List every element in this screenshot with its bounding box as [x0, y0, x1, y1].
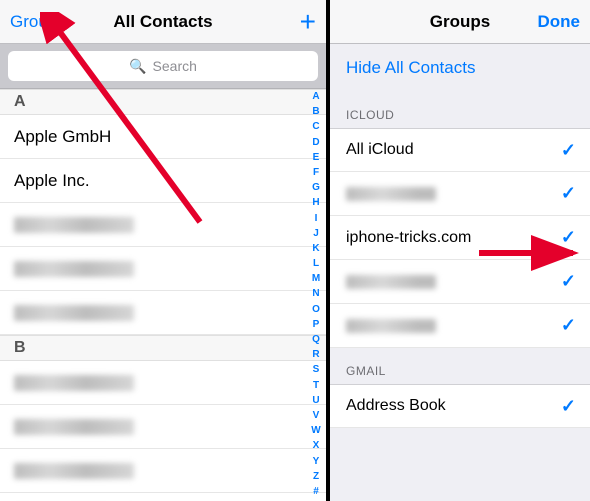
index-letter[interactable]: #: [313, 487, 319, 497]
contact-name: Apple Inc.: [14, 171, 90, 191]
index-letter[interactable]: E: [313, 153, 320, 163]
index-letter[interactable]: V: [313, 411, 320, 421]
checkmark-icon: ✓: [561, 183, 576, 204]
index-letter[interactable]: Y: [313, 457, 320, 467]
contacts-list[interactable]: A Apple GmbH Apple Inc. B: [0, 89, 326, 501]
index-letter[interactable]: Q: [312, 335, 320, 345]
contacts-title: All Contacts: [80, 12, 246, 32]
done-button[interactable]: Done: [538, 12, 581, 32]
groups-navbar: Groups Done: [330, 0, 590, 44]
group-name-redacted: [346, 275, 436, 289]
index-letter[interactable]: W: [311, 426, 320, 436]
index-letter[interactable]: F: [313, 168, 319, 178]
hide-all-contacts-button[interactable]: Hide All Contacts: [330, 44, 590, 92]
search-placeholder: Search: [153, 58, 197, 74]
index-letter[interactable]: M: [312, 274, 320, 284]
checkmark-icon: ✓: [561, 140, 576, 161]
index-letter[interactable]: X: [313, 441, 320, 451]
section-header: A: [0, 89, 326, 115]
contact-row[interactable]: Apple GmbH: [0, 115, 326, 159]
contacts-pane: Groups All Contacts + 🔍 Search A Apple Gm…: [0, 0, 326, 501]
group-name-redacted: [346, 319, 436, 333]
section-header: B: [0, 335, 326, 361]
groups-body: Hide All Contacts ICLOUDAll iCloud✓✓ipho…: [330, 44, 590, 501]
checkmark-icon: ✓: [561, 315, 576, 336]
group-row[interactable]: ✓: [330, 304, 590, 348]
group-section-label: GMAIL: [330, 348, 590, 384]
index-letter[interactable]: P: [313, 320, 320, 330]
index-letter[interactable]: C: [312, 122, 319, 132]
search-icon: 🔍: [129, 58, 146, 75]
contact-row[interactable]: [0, 247, 326, 291]
contact-row[interactable]: [0, 361, 326, 405]
index-letter[interactable]: L: [313, 259, 319, 269]
group-name: All iCloud: [346, 141, 414, 159]
index-letter[interactable]: Z: [313, 472, 319, 482]
group-row[interactable]: ✓: [330, 172, 590, 216]
groups-title: Groups: [410, 12, 510, 32]
searchbar-container: 🔍 Search: [0, 44, 326, 89]
alphabet-index[interactable]: ABCDEFGHIJKLMNOPQRSTUVWXYZ #: [308, 92, 324, 497]
groups-button[interactable]: Groups: [10, 12, 66, 32]
group-section-label: ICLOUD: [330, 92, 590, 128]
contact-name-redacted: [14, 217, 134, 233]
index-letter[interactable]: T: [313, 381, 319, 391]
checkmark-icon: ✓: [561, 396, 576, 417]
contact-row[interactable]: Apple Inc.: [0, 159, 326, 203]
contact-name-redacted: [14, 305, 134, 321]
checkmark-icon: ✓: [561, 227, 576, 248]
index-letter[interactable]: N: [312, 289, 319, 299]
contact-row[interactable]: [0, 449, 326, 493]
index-letter[interactable]: O: [312, 305, 320, 315]
group-name-redacted: [346, 187, 436, 201]
contact-row[interactable]: [0, 493, 326, 501]
search-input[interactable]: 🔍 Search: [8, 51, 318, 81]
index-letter[interactable]: S: [313, 365, 320, 375]
group-name: iphone-tricks.com: [346, 229, 471, 247]
index-letter[interactable]: K: [312, 244, 319, 254]
index-letter[interactable]: R: [312, 350, 319, 360]
contacts-navbar: Groups All Contacts +: [0, 0, 326, 44]
index-letter[interactable]: J: [313, 229, 319, 239]
index-letter[interactable]: U: [312, 396, 319, 406]
contact-row[interactable]: [0, 291, 326, 335]
index-letter[interactable]: G: [312, 183, 320, 193]
contact-name: Apple GmbH: [14, 127, 111, 147]
contact-row[interactable]: [0, 203, 326, 247]
contact-name-redacted: [14, 463, 134, 479]
groups-pane: Groups Done Hide All Contacts ICLOUDAll …: [330, 0, 590, 501]
index-letter[interactable]: B: [312, 107, 319, 117]
contact-name-redacted: [14, 261, 134, 277]
group-row[interactable]: Address Book ✓: [330, 384, 590, 428]
add-contact-button[interactable]: +: [300, 8, 316, 36]
group-row[interactable]: All iCloud ✓: [330, 128, 590, 172]
group-name: Address Book: [346, 397, 446, 415]
checkmark-icon: ✓: [561, 271, 576, 292]
index-letter[interactable]: I: [315, 214, 318, 224]
index-letter[interactable]: A: [312, 92, 319, 102]
contact-row[interactable]: [0, 405, 326, 449]
contact-name-redacted: [14, 375, 134, 391]
index-letter[interactable]: H: [312, 198, 319, 208]
contact-name-redacted: [14, 419, 134, 435]
group-row[interactable]: ✓: [330, 260, 590, 304]
index-letter[interactable]: D: [312, 138, 319, 148]
group-row[interactable]: iphone-tricks.com ✓: [330, 216, 590, 260]
